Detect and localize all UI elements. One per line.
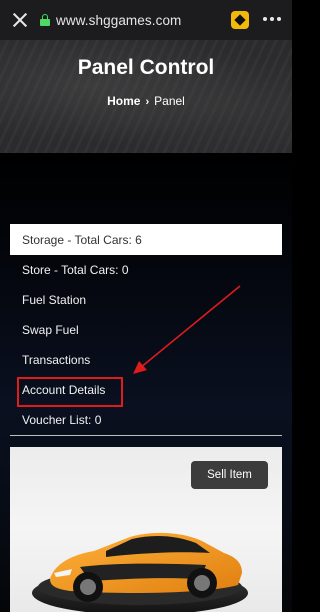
menu-item-storage[interactable]: Storage - Total Cars: 6 bbox=[10, 224, 282, 255]
breadcrumb-current: Panel bbox=[154, 94, 185, 108]
sports-car-image bbox=[32, 532, 248, 612]
menu-item-store[interactable]: Store - Total Cars: 0 bbox=[10, 255, 282, 285]
menu-item-transactions[interactable]: Transactions bbox=[10, 345, 282, 375]
menu-divider bbox=[10, 435, 282, 436]
breadcrumb-home[interactable]: Home bbox=[107, 94, 140, 108]
page-title: Panel Control bbox=[77, 56, 215, 79]
browser-bar: www.shggames.com bbox=[0, 0, 292, 40]
product-card: Sell Item bbox=[10, 447, 282, 612]
extension-icon[interactable] bbox=[231, 11, 249, 29]
menu-item-fuel-station[interactable]: Fuel Station bbox=[10, 285, 282, 315]
more-icon[interactable] bbox=[263, 17, 281, 21]
breadcrumb: Home › Panel bbox=[0, 94, 292, 108]
chevron-right-icon: › bbox=[145, 96, 150, 108]
url-text[interactable]: www.shggames.com bbox=[56, 13, 181, 28]
sell-item-button[interactable]: Sell Item bbox=[191, 461, 268, 489]
lock-icon bbox=[40, 14, 50, 26]
page-hero: Panel Control Home › Panel bbox=[0, 40, 292, 153]
close-icon[interactable] bbox=[10, 10, 30, 30]
annotation-highlight-box bbox=[17, 377, 123, 407]
menu-item-swap-fuel[interactable]: Swap Fuel bbox=[10, 315, 282, 345]
menu-item-voucher-list[interactable]: Voucher List: 0 bbox=[10, 405, 282, 435]
